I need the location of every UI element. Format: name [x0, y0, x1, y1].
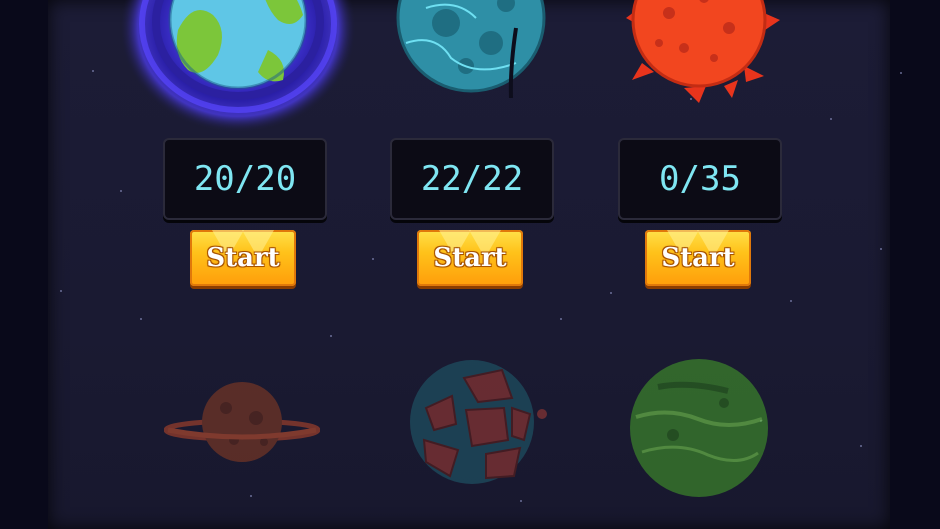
level-select-screen: 20/20 22/22 0/35 Start Start Start: [0, 0, 940, 529]
star: [330, 335, 332, 337]
earth-planet[interactable]: [118, 0, 358, 140]
start-label: Start: [206, 243, 280, 273]
level-2-counter: 22/22: [390, 138, 554, 220]
star: [520, 500, 522, 502]
star: [880, 248, 882, 250]
star: [250, 495, 252, 497]
red-spiky-planet[interactable]: [614, 0, 784, 103]
level-1-counter: 20/20: [163, 138, 327, 220]
right-border: [890, 0, 940, 529]
start-label: Start: [433, 243, 507, 273]
level-3-start-button[interactable]: Start: [645, 230, 751, 286]
star: [560, 318, 562, 320]
green-planet[interactable]: [628, 357, 770, 499]
level-3-counter: 0/35: [618, 138, 782, 220]
teal-crater-planet[interactable]: [396, 0, 546, 98]
star: [60, 290, 62, 292]
level-1-start-button[interactable]: Start: [190, 230, 296, 286]
left-border: [0, 0, 48, 529]
star: [140, 318, 142, 320]
start-label: Start: [661, 243, 735, 273]
star: [610, 292, 612, 294]
star: [900, 72, 902, 74]
star: [372, 258, 374, 260]
star: [92, 70, 94, 72]
level-1-progress: 20/20: [193, 159, 297, 199]
level-2-start-button[interactable]: Start: [417, 230, 523, 286]
level-2-progress: 22/22: [420, 159, 524, 199]
star: [120, 190, 122, 192]
ringed-brown-planet[interactable]: [164, 378, 320, 468]
level-3-progress: 0/35: [659, 159, 741, 199]
star: [830, 118, 832, 120]
star: [790, 300, 792, 302]
star: [860, 445, 862, 447]
rocky-red-planet[interactable]: [404, 358, 549, 488]
